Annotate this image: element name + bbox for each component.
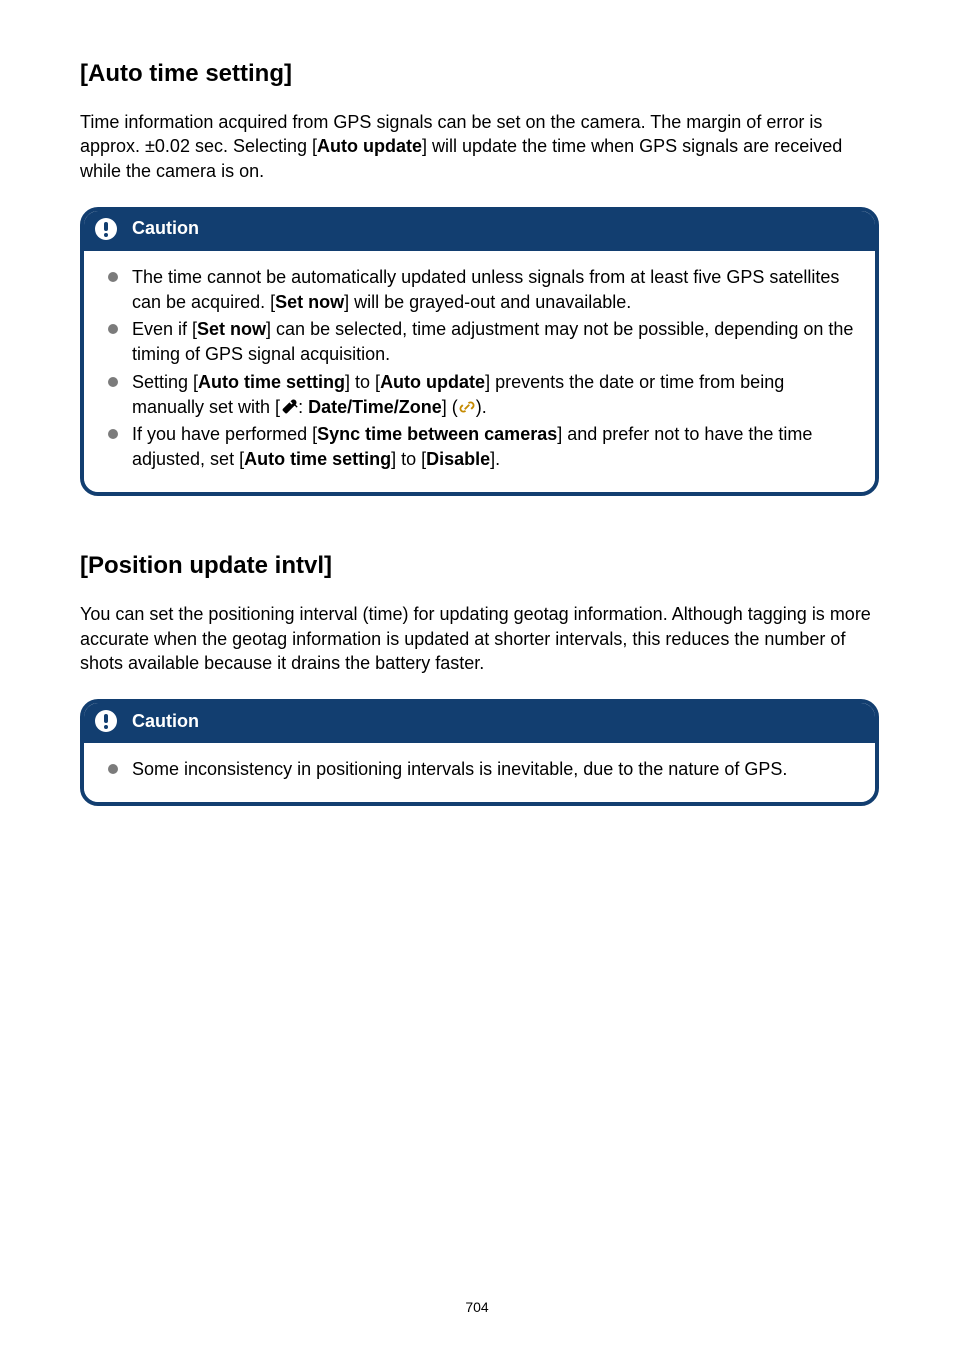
text-colon: : — [298, 397, 308, 417]
warning-icon — [94, 709, 118, 733]
text: Some inconsistency in positioning interv… — [132, 759, 787, 779]
page-number: 704 — [0, 1299, 954, 1315]
caution-header: Caution — [84, 211, 875, 251]
link-icon[interactable] — [458, 398, 476, 416]
caution-list: The time cannot be automatically updated… — [104, 265, 855, 473]
intro-position-update: You can set the positioning interval (ti… — [80, 602, 879, 675]
bold-disable: Disable — [426, 449, 490, 469]
warning-icon — [94, 217, 118, 241]
wrench-icon — [280, 398, 298, 416]
caution-label: Caution — [132, 711, 199, 732]
caution-body: The time cannot be automatically updated… — [84, 251, 875, 493]
text: ] ( — [442, 397, 458, 417]
bold-date-time-zone: Date/Time/Zone — [308, 397, 442, 417]
list-item: If you have performed [Sync time between… — [104, 422, 855, 472]
bold-set-now: Set now — [275, 292, 344, 312]
caution-header: Caution — [84, 703, 875, 743]
bold-sync-time: Sync time between cameras — [317, 424, 557, 444]
text: ] to [ — [391, 449, 426, 469]
caution-list: Some inconsistency in positioning interv… — [104, 757, 855, 782]
intro-bold-auto-update: Auto update — [317, 136, 422, 156]
caution-box-auto-time: Caution The time cannot be automatically… — [80, 207, 879, 497]
heading-auto-time-setting: [Auto time setting] — [80, 60, 879, 88]
caution-label: Caution — [132, 218, 199, 239]
caution-box-position-update: Caution Some inconsistency in positionin… — [80, 699, 879, 806]
list-item: The time cannot be automatically updated… — [104, 265, 855, 315]
text: ] will be grayed-out and unavailable. — [344, 292, 631, 312]
list-item: Even if [Set now] can be selected, time … — [104, 317, 855, 367]
text: ] to [ — [345, 372, 380, 392]
list-item: Some inconsistency in positioning interv… — [104, 757, 855, 782]
heading-position-update-intvl: [Position update intvl] — [80, 552, 879, 580]
text: ]. — [490, 449, 500, 469]
text: Setting [ — [132, 372, 198, 392]
bold-auto-update: Auto update — [380, 372, 485, 392]
intro-auto-time-setting: Time information acquired from GPS signa… — [80, 110, 879, 183]
bold-set-now: Set now — [197, 319, 266, 339]
bold-auto-time-setting: Auto time setting — [244, 449, 391, 469]
bold-auto-time-setting: Auto time setting — [198, 372, 345, 392]
text: Even if [ — [132, 319, 197, 339]
text: ). — [476, 397, 487, 417]
caution-body: Some inconsistency in positioning interv… — [84, 743, 875, 802]
text: If you have performed [ — [132, 424, 317, 444]
list-item: Setting [Auto time setting] to [Auto upd… — [104, 370, 855, 420]
